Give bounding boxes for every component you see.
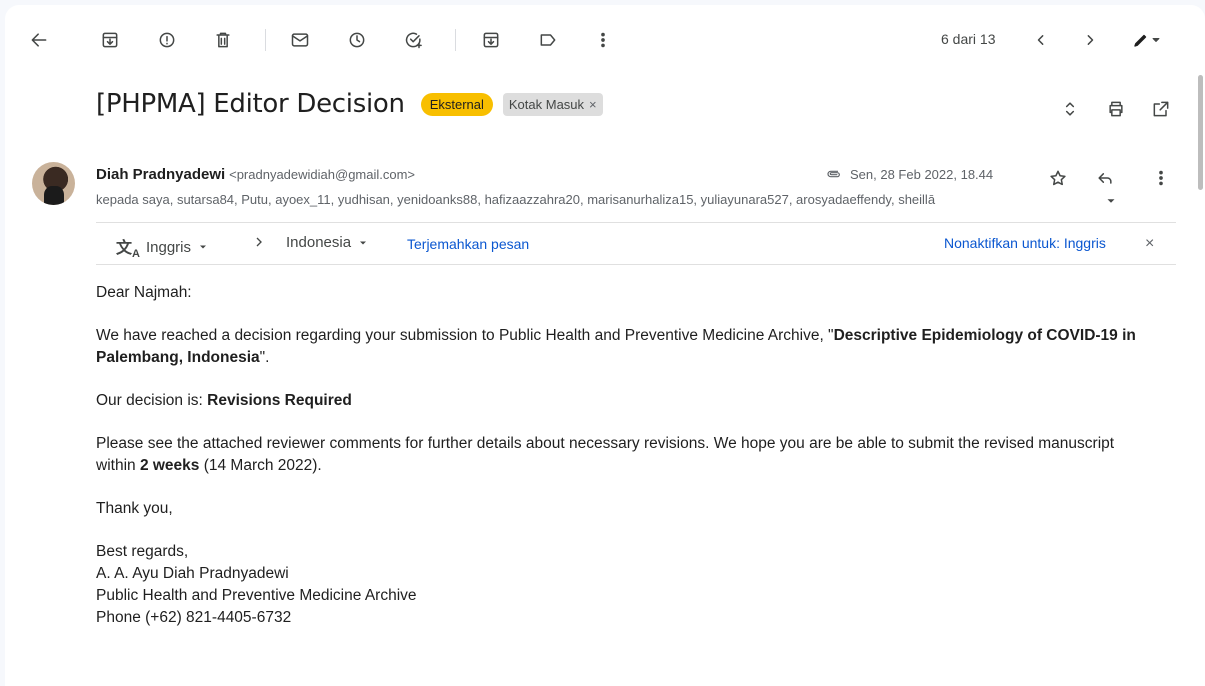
remove-label-icon[interactable]: × bbox=[589, 97, 597, 112]
reply-icon bbox=[1098, 173, 1112, 184]
email-view: 6 dari 13 [PHPMA] Editor Decision Ekster… bbox=[5, 5, 1205, 686]
translate-bar: 文A Inggris Indonesia Terjemahkan pesan N… bbox=[96, 222, 1176, 265]
arrow-left-icon bbox=[31, 33, 47, 47]
subject-row: [PHPMA] Editor Decision Eksternal Kotak … bbox=[96, 89, 603, 119]
translate-message-link[interactable]: Terjemahkan pesan bbox=[407, 236, 529, 252]
signature-line: Phone (+62) 821-4405-6732 bbox=[96, 609, 292, 626]
chevron-left-icon bbox=[1037, 35, 1044, 45]
body-paragraph: Please see the attached reviewer comment… bbox=[96, 433, 1146, 477]
add-task-icon bbox=[405, 32, 422, 49]
thanks: Thank you, bbox=[96, 500, 173, 517]
more-vert-icon bbox=[601, 32, 605, 48]
open-in-new-icon bbox=[1153, 101, 1169, 117]
email-date-area: Sen, 28 Feb 2022, 18.44 bbox=[824, 166, 993, 182]
source-language-select[interactable]: 文A Inggris bbox=[116, 234, 209, 260]
sender-info: Diah Pradnyadewi <pradnyadewidiah@gmail.… bbox=[96, 166, 415, 183]
move-to-button[interactable] bbox=[473, 22, 509, 58]
previous-email-button[interactable] bbox=[1023, 22, 1059, 58]
caret-down-icon bbox=[1152, 38, 1160, 42]
toolbar-divider bbox=[265, 29, 266, 51]
report-spam-button[interactable] bbox=[149, 22, 185, 58]
source-language: Inggris bbox=[145, 238, 191, 256]
reply-button[interactable] bbox=[1087, 160, 1123, 196]
delete-button[interactable] bbox=[205, 22, 241, 58]
scroll-thumb[interactable] bbox=[1198, 75, 1203, 190]
sender-avatar[interactable] bbox=[32, 162, 75, 205]
recipients-dropdown-icon[interactable] bbox=[1104, 194, 1118, 208]
body-text: We have reached a decision regarding you… bbox=[96, 327, 834, 344]
expand-all-button[interactable] bbox=[1052, 91, 1088, 127]
caret-down-icon bbox=[200, 245, 206, 249]
disable-translate-link[interactable]: Nonaktifkan untuk: Inggris bbox=[944, 235, 1106, 251]
mail-icon bbox=[291, 33, 309, 47]
archive-button[interactable] bbox=[92, 22, 128, 58]
email-body: Dear Najmah: We have reached a decision … bbox=[96, 282, 1146, 629]
body-text: (14 March 2022). bbox=[199, 457, 322, 474]
recipients-line[interactable]: kepada saya, sutarsa84, Putu, ayoex_11, … bbox=[96, 192, 1106, 207]
attachment-icon bbox=[827, 170, 840, 178]
pen-icon bbox=[1134, 34, 1147, 47]
mark-unread-button[interactable] bbox=[282, 22, 318, 58]
labels-button[interactable] bbox=[530, 22, 566, 58]
archive-icon bbox=[102, 32, 118, 48]
body-paragraph: Our decision is: Revisions Required bbox=[96, 390, 1146, 412]
body-paragraph: We have reached a decision regarding you… bbox=[96, 325, 1146, 369]
sender-email: <pradnyadewidiah@gmail.com> bbox=[229, 167, 416, 182]
snooze-button[interactable] bbox=[339, 22, 375, 58]
add-task-button[interactable] bbox=[396, 22, 432, 58]
sender-name[interactable]: Diah Pradnyadewi bbox=[96, 166, 225, 183]
toolbar-divider bbox=[455, 29, 456, 51]
print-button[interactable] bbox=[1098, 91, 1134, 127]
inbox-label-text: Kotak Masuk bbox=[508, 96, 585, 112]
arrow-right-icon bbox=[251, 234, 267, 250]
trash-icon bbox=[216, 32, 230, 48]
signature-line: Best regards, bbox=[96, 543, 189, 560]
star-button[interactable] bbox=[1040, 160, 1076, 196]
recipients-text: kepada saya, sutarsa84, Putu, ayoex_11, … bbox=[96, 192, 936, 207]
body-text: ". bbox=[259, 349, 270, 366]
label-icon bbox=[540, 34, 556, 46]
scrollbar[interactable] bbox=[1198, 75, 1205, 685]
signature: Best regards, A. A. Ayu Diah Pradnyadewi… bbox=[96, 541, 1146, 629]
unfold-icon bbox=[1065, 102, 1075, 116]
edit-dropdown-button[interactable] bbox=[1123, 22, 1171, 58]
chevron-right-icon bbox=[1087, 35, 1094, 45]
open-new-window-button[interactable] bbox=[1143, 91, 1179, 127]
signature-line: A. A. Ayu Diah Pradnyadewi bbox=[96, 565, 289, 582]
close-translate-button[interactable]: × bbox=[1145, 235, 1154, 253]
external-badge: Eksternal bbox=[420, 92, 493, 116]
pager-text: 6 dari 13 bbox=[941, 31, 996, 47]
target-language-select[interactable]: Indonesia bbox=[286, 234, 369, 251]
target-language: Indonesia bbox=[286, 234, 352, 251]
more-options-button[interactable] bbox=[585, 22, 621, 58]
move-to-icon bbox=[483, 32, 499, 48]
print-icon bbox=[1109, 101, 1123, 117]
star-icon bbox=[1050, 170, 1066, 186]
message-more-button[interactable] bbox=[1143, 160, 1179, 196]
translate-icon: 文A bbox=[116, 240, 140, 261]
deadline-text: 2 weeks bbox=[139, 457, 200, 474]
back-button[interactable] bbox=[21, 22, 57, 58]
toolbar: 6 dari 13 bbox=[5, 5, 1205, 71]
more-vert-icon bbox=[1159, 170, 1163, 186]
body-text: Our decision is: bbox=[96, 392, 208, 409]
clock-icon bbox=[349, 32, 365, 48]
decision-text: Revisions Required bbox=[207, 392, 352, 409]
greeting: Dear Najmah: bbox=[96, 284, 192, 301]
email-subject: [PHPMA] Editor Decision bbox=[96, 89, 405, 119]
signature-line: Public Health and Preventive Medicine Ar… bbox=[96, 587, 417, 604]
caret-down-icon bbox=[360, 241, 367, 244]
report-icon bbox=[159, 32, 175, 48]
next-email-button[interactable] bbox=[1072, 22, 1108, 58]
inbox-label-chip: Kotak Masuk × bbox=[502, 92, 603, 116]
email-date: Sen, 28 Feb 2022, 18.44 bbox=[850, 166, 994, 182]
